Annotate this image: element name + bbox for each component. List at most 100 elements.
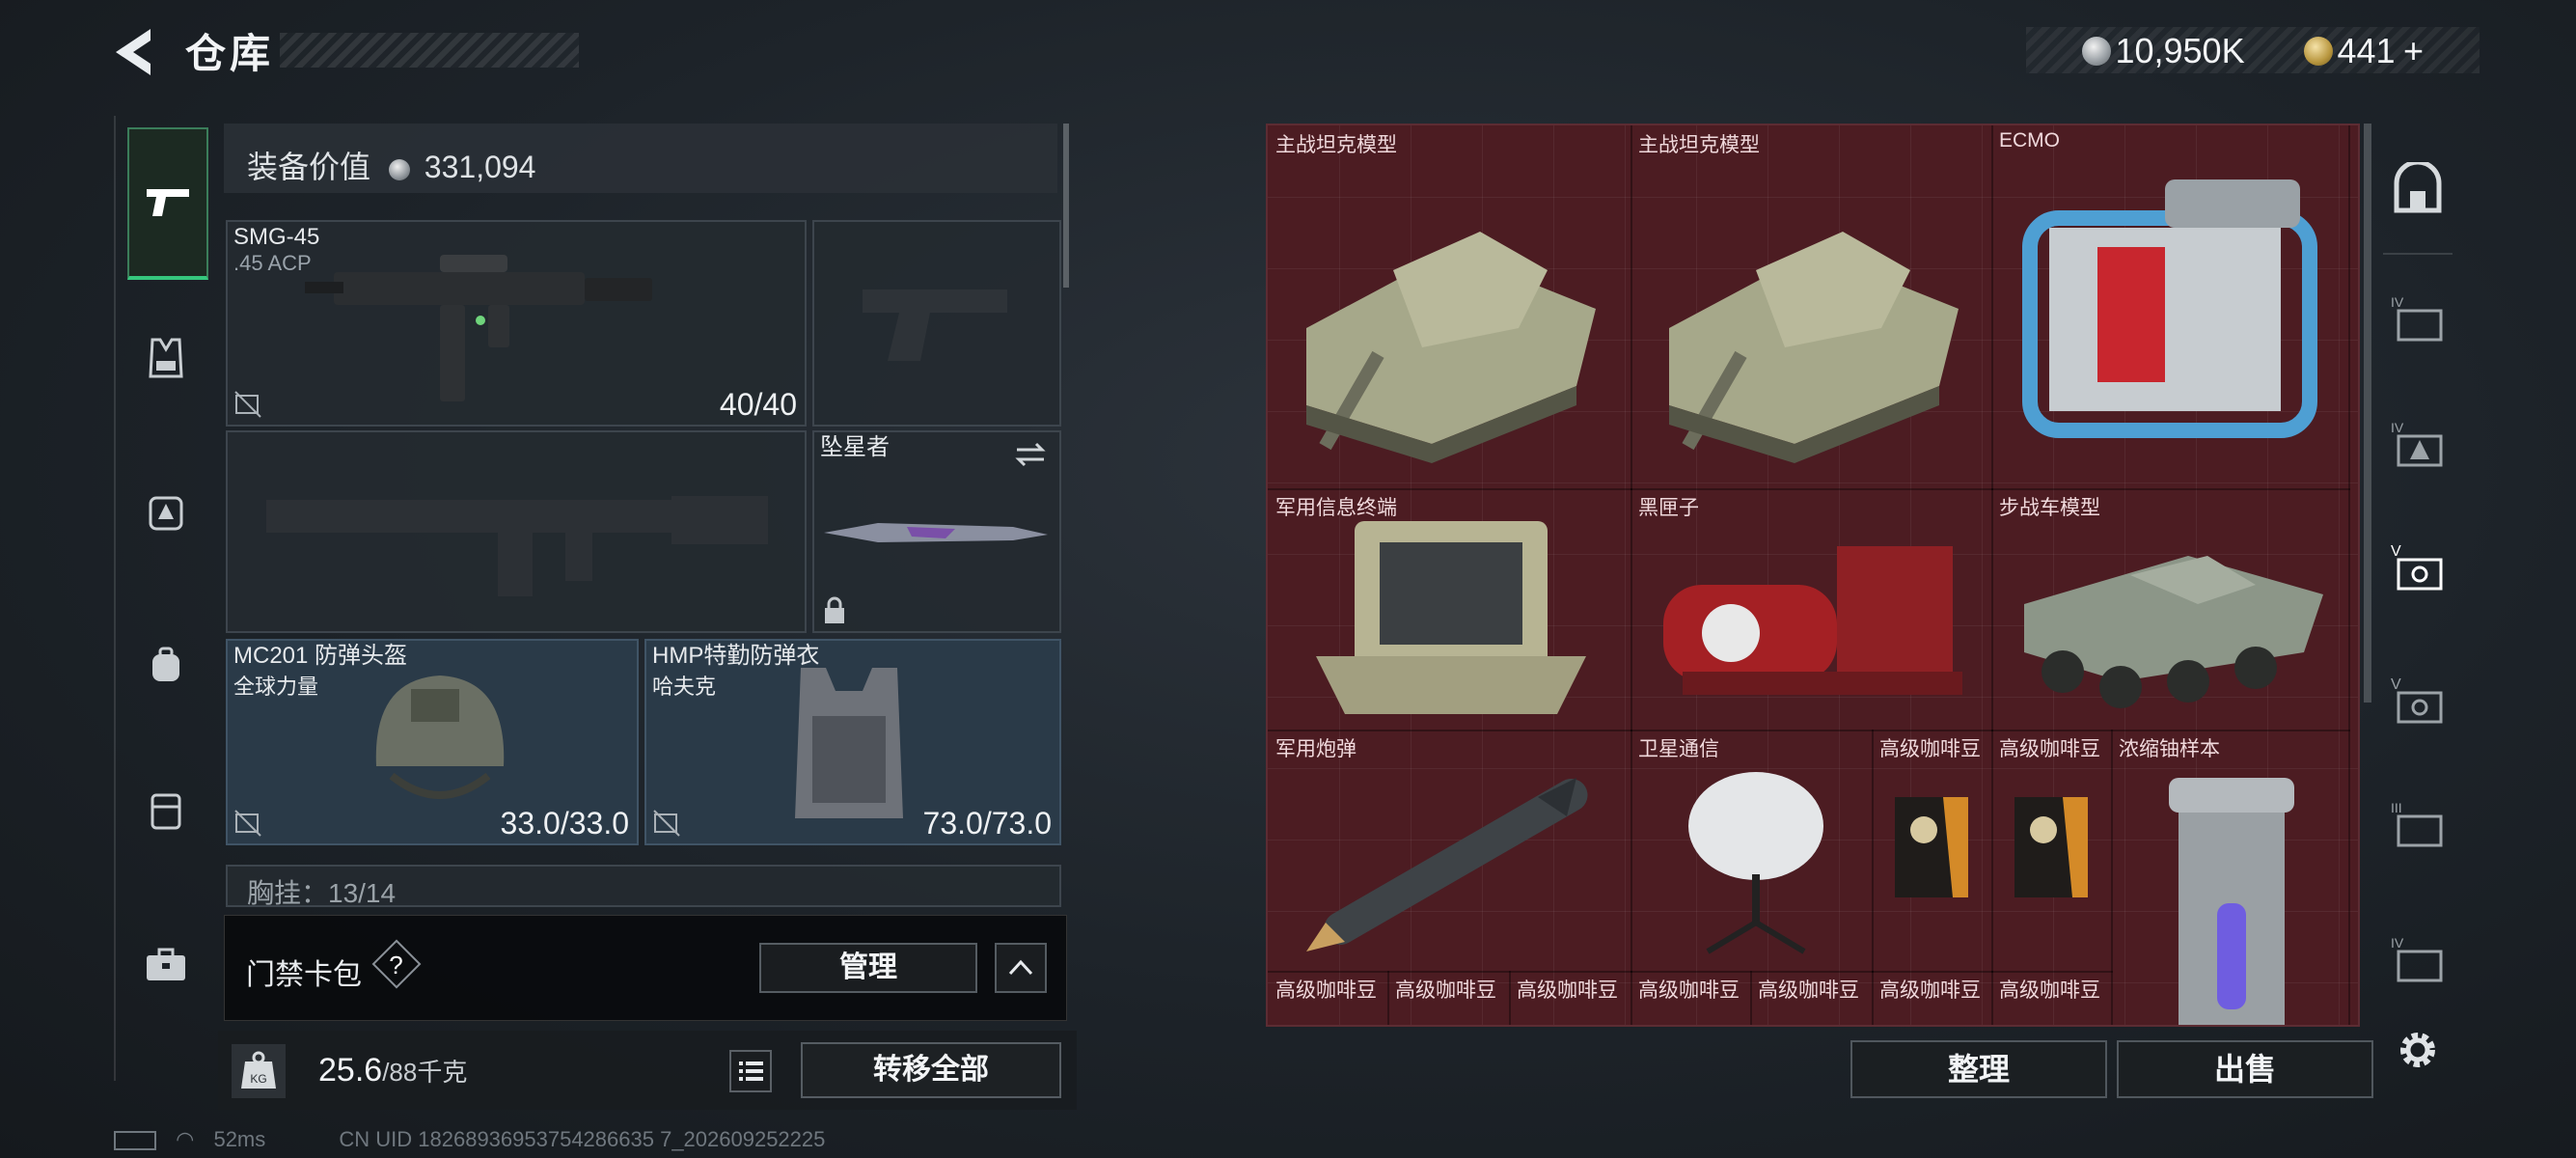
case-tier-iii-icon: III [2391,800,2443,847]
help-icon[interactable]: ? [371,939,422,989]
storage-item[interactable]: 高级咖啡豆 [1991,730,2113,973]
rifle-weapon-slot[interactable] [226,430,807,633]
manage-button[interactable]: 管理 [759,943,977,993]
item-name: 高级咖啡豆 [1879,979,1981,1002]
military-terminal-image [1316,521,1586,714]
storage-item[interactable]: 军用炮弹 [1268,730,1632,973]
storage-item[interactable]: 步战车模型 [1991,488,2350,731]
case-tier-iii-button[interactable]: III [2385,789,2451,855]
svg-text:KG: KG [250,1072,266,1086]
smg-weapon-image [305,255,652,401]
sell-button[interactable]: 出售 [2117,1040,2373,1098]
satellite-dish-image [1688,772,1823,954]
case-tier-iv-button[interactable]: IV [2385,284,2451,349]
storage-item[interactable]: 军用信息终端 [1268,488,1632,731]
collapse-button[interactable] [995,943,1047,993]
currency-gold: 441 [2337,31,2396,70]
category-toolbox[interactable] [127,926,205,1004]
case-tier-v-icon: V [2391,676,2443,724]
equipment-scrollbar[interactable] [1063,124,1069,288]
no-insurance-icon [233,390,262,419]
helmet-image [375,676,505,799]
helmet-slot[interactable]: MC201 防弹头盔 全球力量 33.0/33.0 [226,639,639,845]
svg-text:V: V [2391,676,2401,693]
storage-scrollbar[interactable] [2364,124,2371,703]
storage-item[interactable]: 高级咖啡豆 [1509,971,1632,1025]
melee-weapon-slot[interactable]: 坠星者 [812,430,1061,633]
svg-text:IV: IV [2391,935,2404,951]
storage-item[interactable]: 高级咖啡豆 [1631,971,1752,1025]
gatepass-label: 门禁卡包 [246,959,362,991]
settings-button[interactable] [2391,1023,2445,1077]
artillery-shell-image [1306,778,1588,951]
category-backpack[interactable] [127,627,205,704]
status-bar: ◠ 52ms CN UID 18268936953754286635 7_202… [114,1127,1079,1156]
storage-item[interactable]: 黑匣子 [1631,488,1993,731]
silver-coin-icon [388,158,410,180]
add-currency-button[interactable]: + [2403,31,2424,70]
list-view-button[interactable] [729,1050,772,1092]
tank-model-image [1669,232,1959,463]
case-tier-iv-button[interactable]: IV [2385,924,2451,990]
storage-item[interactable]: 高级咖啡豆 [1268,971,1389,1025]
container-icon [151,793,181,830]
toolbox-icon [147,948,185,980]
storage-item[interactable]: 主战坦克模型 [1268,125,1632,490]
storage-item[interactable]: 高级咖啡豆 [1750,971,1874,1025]
storage-item[interactable]: 主战坦克模型 [1631,125,1993,490]
swap-icon[interactable] [1013,440,1048,469]
case-tier-v-button[interactable]: V [2385,666,2451,731]
pistol-placeholder-icon [863,290,1007,361]
battery-icon [114,1131,156,1151]
weight-kg-icon: KG [232,1044,286,1098]
uid-text: CN UID 18268936953754286635 7_2026092522… [339,1127,826,1151]
vault-button[interactable] [2385,156,2451,222]
svg-text:IV: IV [2391,420,2404,435]
category-container[interactable] [127,772,205,849]
item-name: 高级咖啡豆 [1275,979,1377,1002]
category-vest[interactable] [127,320,205,398]
secondary-weapon-slot[interactable] [812,220,1061,427]
item-name: 主战坦克模型 [1275,134,1397,156]
pistol-icon [147,189,189,216]
armor-slot[interactable]: HMP特勤防弹衣 哈夫克 73.0/73.0 [644,639,1061,845]
case-tier-v-button-active[interactable]: V [2385,533,2451,598]
primary-weapon-slot[interactable]: SMG-45 .45 ACP 40/40 [226,220,807,427]
case-tier-iv-warning-button[interactable]: IV [2385,409,2451,475]
no-insurance-icon [233,809,262,838]
armor-faction: 哈夫克 [652,675,717,699]
gear-icon [2400,1033,2435,1067]
item-name: 高级咖啡豆 [1517,979,1618,1002]
case-tier-v-icon: V [2391,543,2443,591]
item-name: ECMO [1999,129,2060,152]
storage-item[interactable]: 高级咖啡豆 [1991,971,2113,1025]
sort-button[interactable]: 整理 [1850,1040,2107,1098]
storage-item[interactable]: ECMO [1991,125,2350,490]
armor-vest-image [795,668,903,818]
gatepass-bar: 门禁卡包 ? 管理 [224,915,1067,1021]
chest-rig-label: 胸挂：13/14 [247,878,397,907]
backpack-icon [152,647,179,681]
weight-bar: KG 25.6/88千克 转移全部 [218,1031,1077,1110]
storage-item[interactable]: 高级咖啡豆 [1872,971,1993,1025]
category-backpack-warning[interactable] [127,473,205,550]
vault-icon [2394,162,2442,213]
ifv-model-image [2024,556,2323,708]
transfer-all-button[interactable]: 转移全部 [801,1042,1061,1098]
storage-item[interactable]: 高级咖啡豆 [1387,971,1511,1025]
category-weapons[interactable] [127,127,208,280]
storage-item[interactable]: 高级咖啡豆 [1872,730,1993,973]
title-stripe-decoration [280,33,579,68]
tank-model-image [1306,232,1596,463]
storage-item[interactable]: 浓缩铀样本 [2111,730,2350,1025]
coffee-bag-image [2014,797,2088,897]
case-tier-iv-icon: IV [2391,294,2443,342]
equipment-panel: 装备价值 331,094 SMG-45 .45 ACP 40/40 坠星者 MC… [224,124,1071,907]
svg-text:V: V [2391,543,2401,560]
rifle-placeholder-icon [266,496,768,596]
chest-rig-header[interactable]: 胸挂：13/14 [226,865,1061,907]
storage-item[interactable]: 卫星通信 [1631,730,1874,973]
case-tier-iv-warning-icon: IV [2391,420,2443,467]
back-arrow-icon [116,29,151,75]
back-button[interactable] [108,25,166,79]
